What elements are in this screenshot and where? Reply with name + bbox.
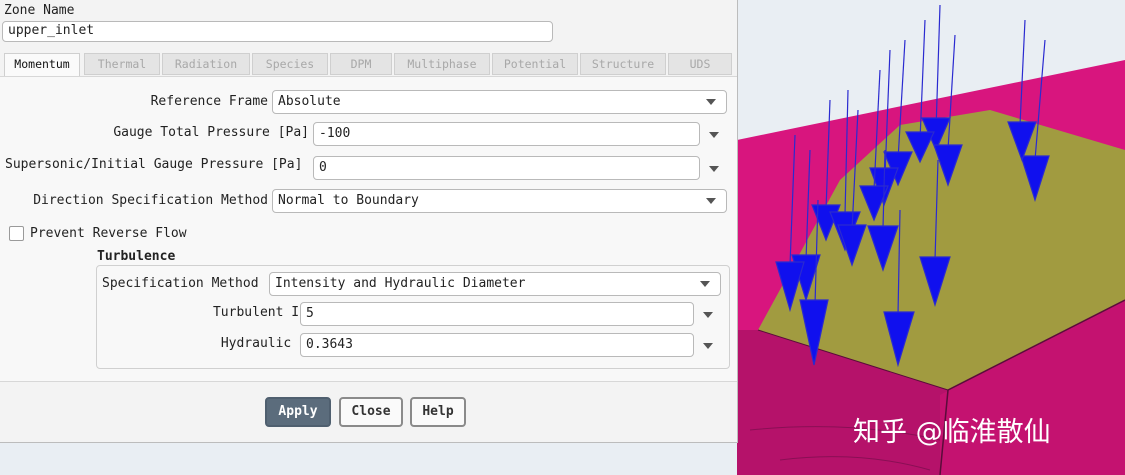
tab-dpm[interactable]: DPM xyxy=(330,53,392,75)
prevent-reverse-flow-checkbox[interactable] xyxy=(9,226,24,241)
zone-name-input[interactable]: upper_inlet xyxy=(2,21,553,42)
reference-frame-select[interactable]: Absolute xyxy=(272,90,727,114)
supersonic-pressure-label: Supersonic/Initial Gauge Pressure [Pa] xyxy=(5,157,303,172)
turbulence-heading: Turbulence xyxy=(97,249,176,264)
hydraulic-diameter-input[interactable]: 0.3643 xyxy=(300,333,694,357)
chevron-down-icon xyxy=(706,99,716,105)
chevron-down-icon[interactable] xyxy=(709,166,719,172)
apply-button[interactable]: Apply xyxy=(265,397,331,427)
supersonic-pressure-input[interactable]: 0 xyxy=(313,156,700,180)
direction-method-value: Normal to Boundary xyxy=(278,193,419,208)
tab-structure[interactable]: Structure xyxy=(580,53,666,75)
chevron-down-icon xyxy=(700,281,710,287)
direction-method-label: Direction Specification Method xyxy=(33,193,268,208)
direction-method-select[interactable]: Normal to Boundary xyxy=(272,189,727,213)
chevron-down-icon[interactable] xyxy=(703,312,713,318)
tab-momentum[interactable]: Momentum xyxy=(4,53,80,77)
gauge-total-pressure-input[interactable]: -100 xyxy=(313,122,700,146)
tab-uds[interactable]: UDS xyxy=(668,53,732,75)
chevron-down-icon[interactable] xyxy=(709,132,719,138)
tab-potential[interactable]: Potential xyxy=(492,53,578,75)
watermark: 知乎 @临淮散仙 xyxy=(853,417,1051,448)
reference-frame-value: Absolute xyxy=(278,94,341,109)
boundary-condition-dialog: Zone Name upper_inlet Momentum Thermal R… xyxy=(0,0,738,443)
spec-method-select[interactable]: Intensity and Hydraulic Diameter xyxy=(269,272,721,296)
reference-frame-label: Reference Frame xyxy=(150,94,268,109)
prevent-reverse-flow-label: Prevent Reverse Flow xyxy=(30,226,187,241)
tab-radiation[interactable]: Radiation xyxy=(162,53,250,75)
tab-multiphase[interactable]: Multiphase xyxy=(394,53,490,75)
chevron-down-icon xyxy=(706,198,716,204)
tab-species[interactable]: Species xyxy=(252,53,328,75)
spec-method-label: Specification Method xyxy=(102,276,259,291)
tab-thermal[interactable]: Thermal xyxy=(84,53,160,75)
tab-bar: Momentum Thermal Radiation Species DPM M… xyxy=(4,53,732,77)
zone-name-label: Zone Name xyxy=(4,3,75,18)
close-button[interactable]: Close xyxy=(339,397,403,427)
turbulence-group: Specification Method Intensity and Hydra… xyxy=(96,265,730,369)
turbulent-intensity-input[interactable]: 5 xyxy=(300,302,694,326)
chevron-down-icon[interactable] xyxy=(703,343,713,349)
spec-method-value: Intensity and Hydraulic Diameter xyxy=(275,276,526,291)
gauge-total-pressure-label: Gauge Total Pressure [Pa] xyxy=(113,125,309,140)
help-button[interactable]: Help xyxy=(410,397,466,427)
